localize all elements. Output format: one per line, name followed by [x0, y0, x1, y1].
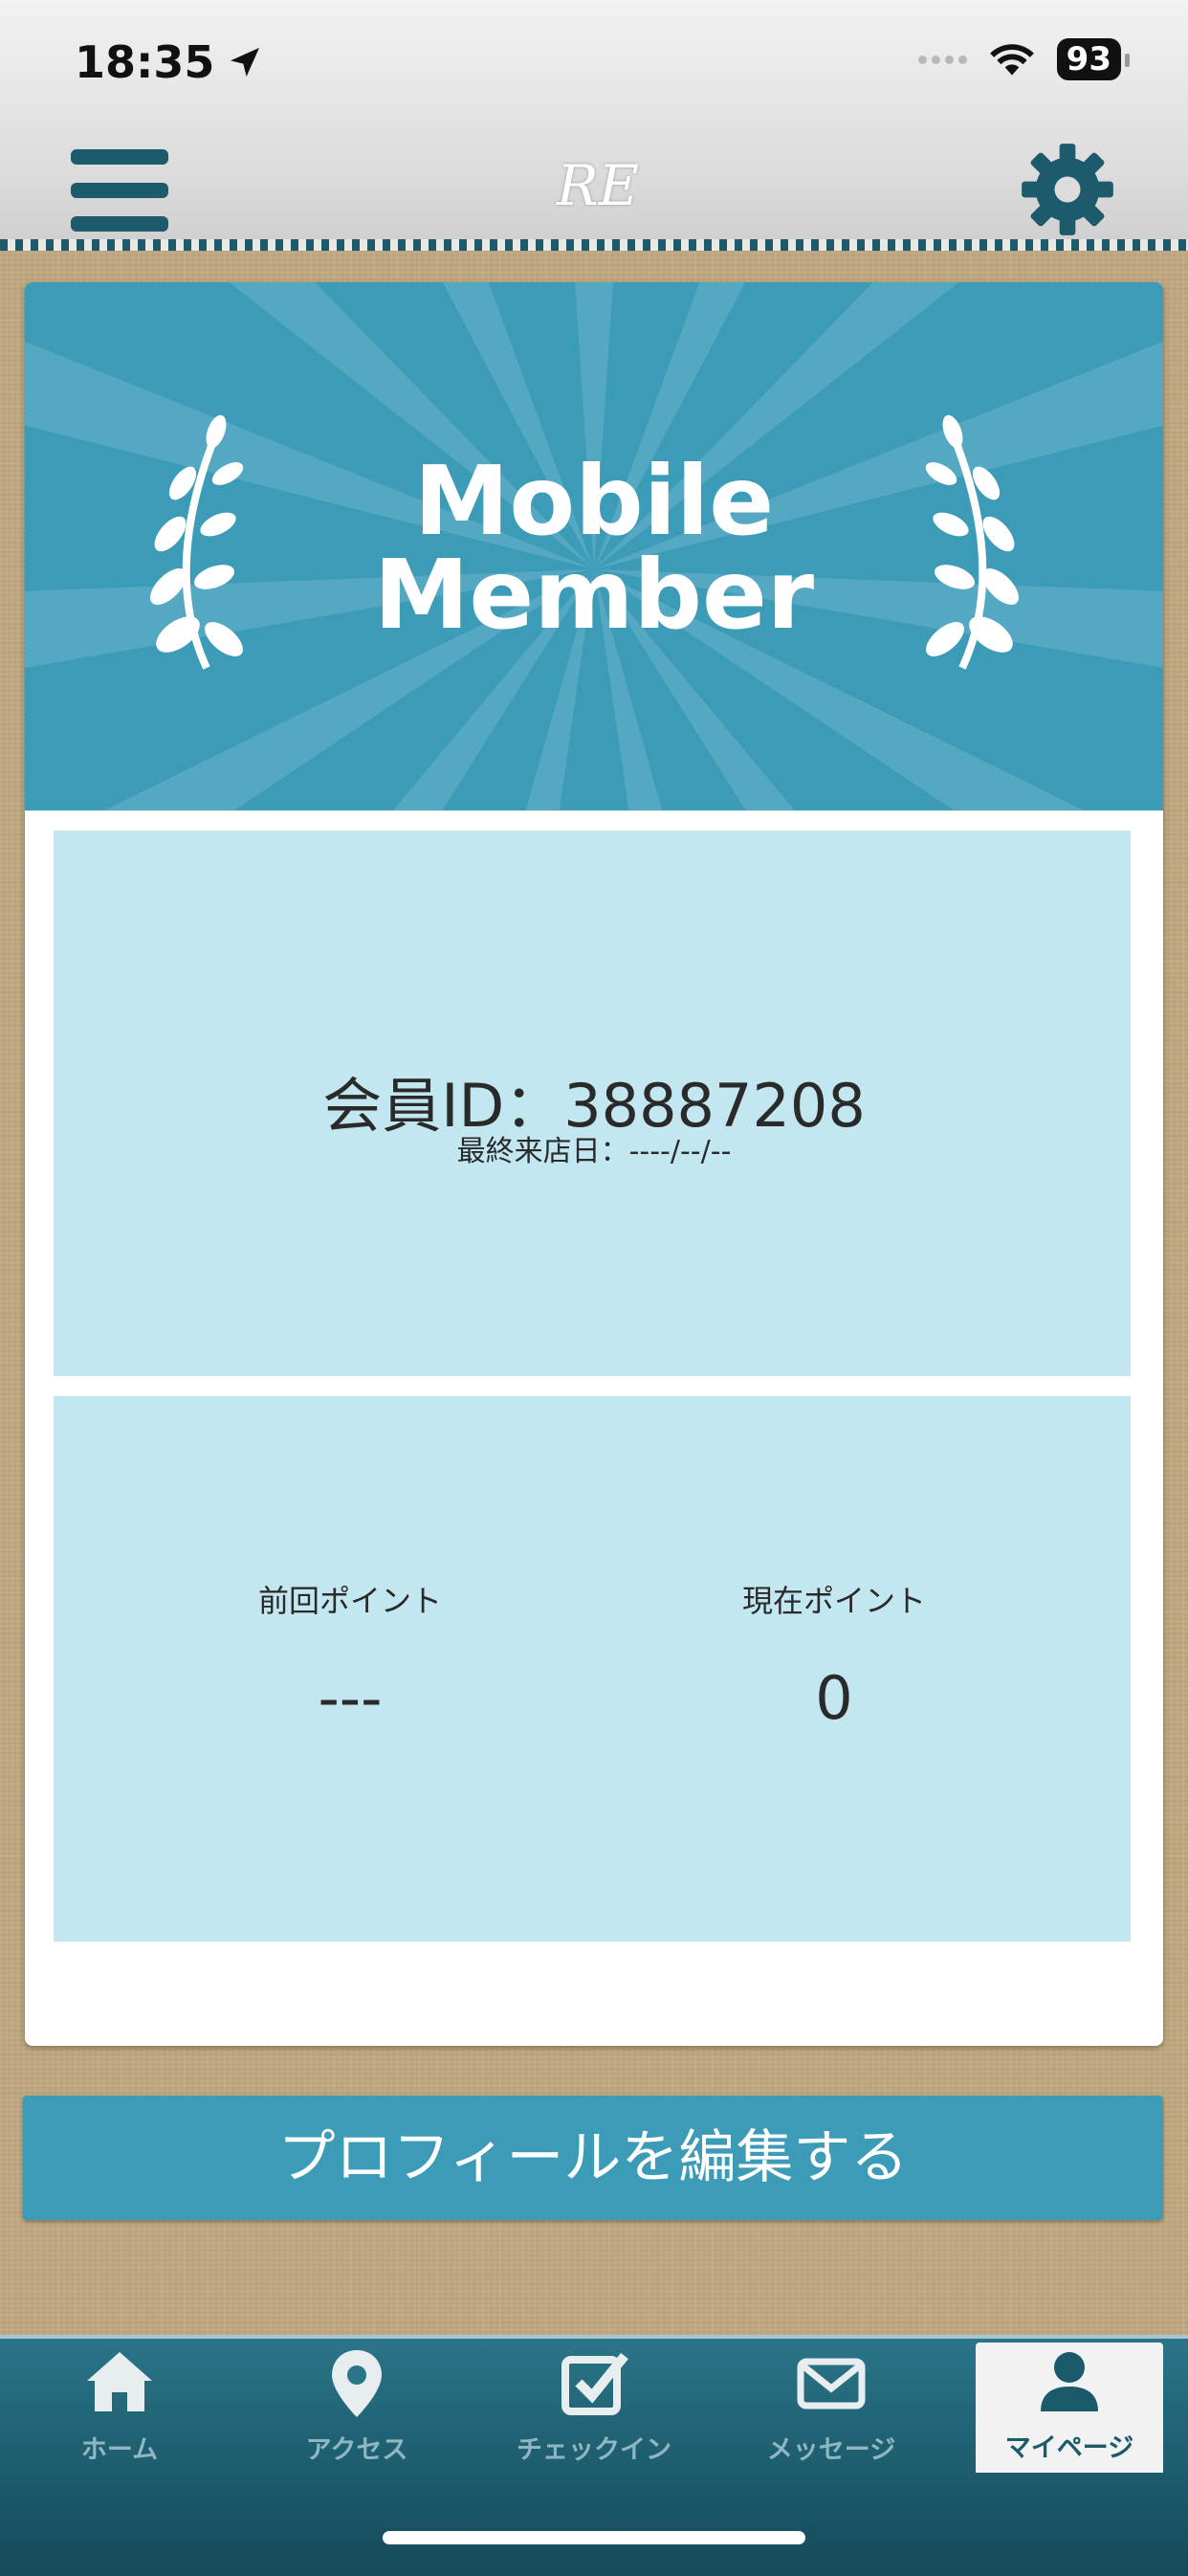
- tab-checkin[interactable]: チェックイン: [484, 2344, 704, 2469]
- tab-messages-label: メッセージ: [766, 2435, 896, 2465]
- member-banner: Mobile Member: [25, 282, 1163, 811]
- cell-signal-icon: [917, 55, 967, 64]
- person-icon: [1041, 2352, 1098, 2411]
- tab-mypage-label: マイページ: [1004, 2433, 1134, 2463]
- location-arrow-icon: [231, 48, 260, 77]
- envelope-icon: [797, 2358, 866, 2409]
- tab-home[interactable]: ホーム: [10, 2344, 230, 2469]
- status-time: 18:35: [75, 36, 264, 88]
- home-icon: [87, 2352, 152, 2411]
- tab-access-label: アクセス: [305, 2435, 408, 2465]
- banner-title-line1: Mobile: [413, 445, 775, 557]
- previous-points-label: 前回ポイント: [257, 1583, 442, 1619]
- tab-messages[interactable]: メッセージ: [721, 2344, 941, 2469]
- last-visit-date: 最終来店日：----/--/--: [456, 1135, 732, 1168]
- current-points-label: 現在ポイント: [741, 1583, 926, 1619]
- banner-title-line2: Member: [373, 539, 815, 651]
- time-text: 18:35: [75, 36, 215, 88]
- tab-access[interactable]: アクセス: [247, 2344, 467, 2469]
- wifi-icon: [989, 44, 1034, 76]
- tab-checkin-label: チェックイン: [517, 2435, 671, 2465]
- banner-title: Mobile Member: [25, 445, 1163, 651]
- checkbox-icon: [561, 2352, 628, 2415]
- tab-mypage[interactable]: マイページ: [976, 2343, 1163, 2473]
- header-border: [0, 239, 1188, 251]
- app-logo: RE: [556, 153, 639, 218]
- map-pin-icon: [332, 2350, 382, 2417]
- hamburger-menu-icon[interactable]: [71, 149, 168, 232]
- status-bar: 18:35 93: [0, 0, 1188, 124]
- home-indicator[interactable]: [383, 2531, 805, 2544]
- settings-gear-icon[interactable]: [1018, 140, 1117, 239]
- edit-profile-button[interactable]: プロフィールを編集する: [23, 2096, 1163, 2220]
- battery-indicator: 93: [1056, 38, 1131, 80]
- tab-home-label: ホーム: [80, 2435, 159, 2465]
- current-points-value: 0: [815, 1663, 853, 1733]
- previous-points-value: ---: [318, 1663, 383, 1733]
